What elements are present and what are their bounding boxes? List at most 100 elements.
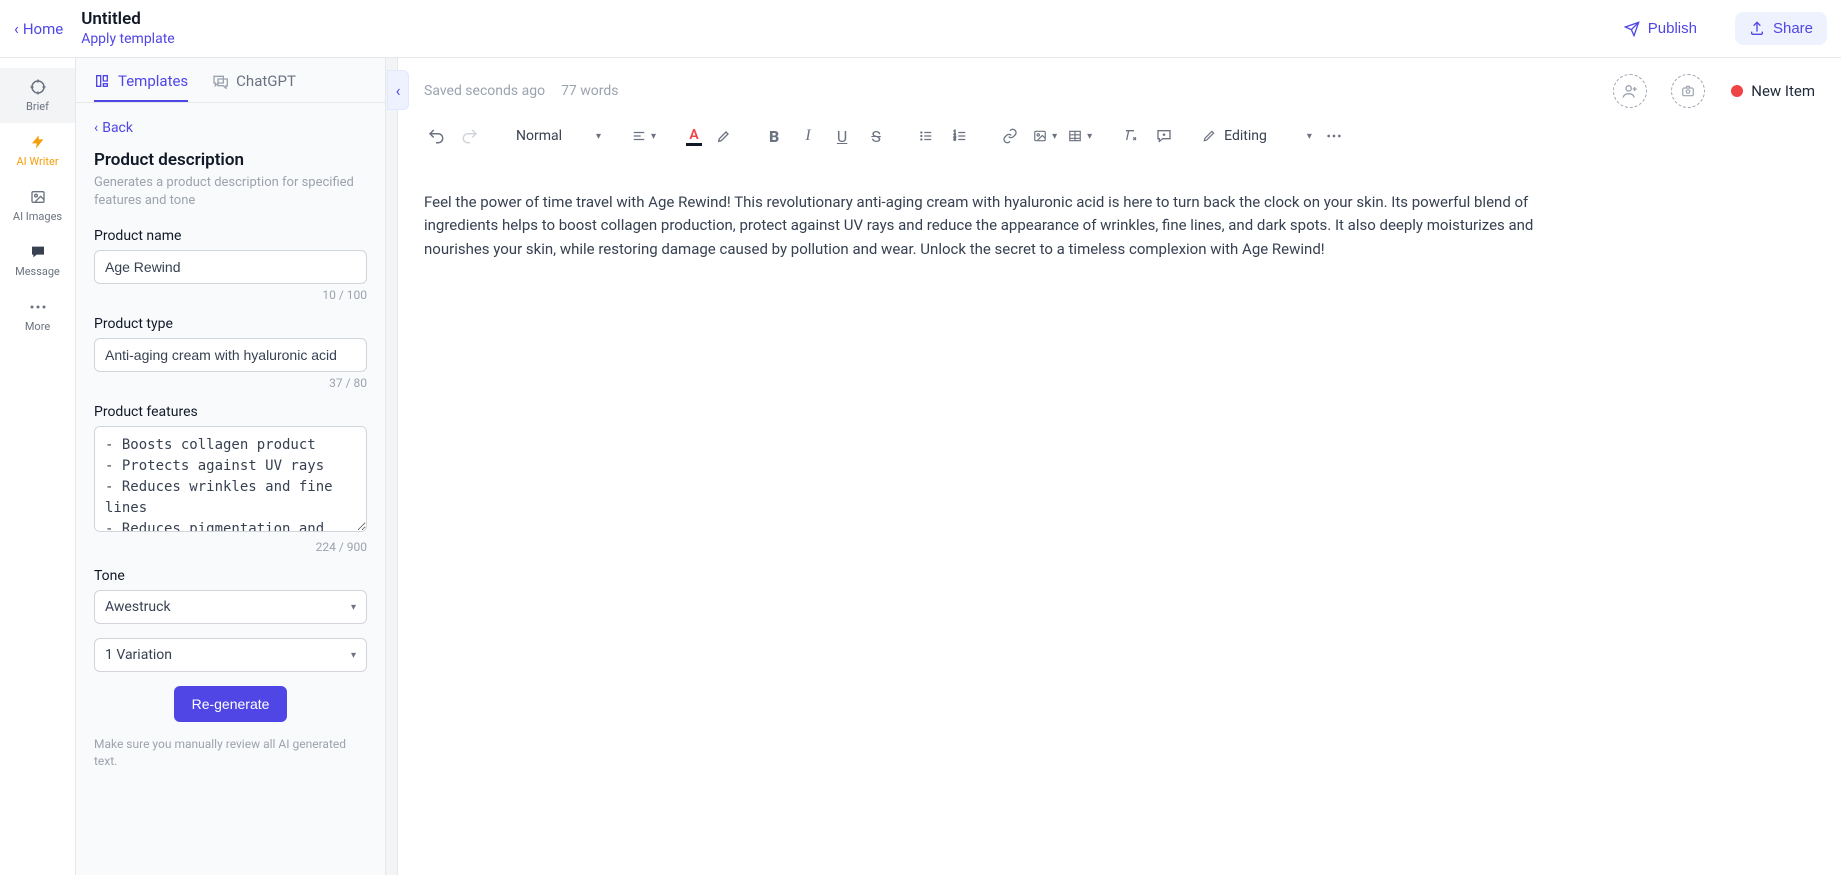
text-color-button[interactable]: A <box>686 127 702 146</box>
variation-select[interactable]: 1 Variation ▾ <box>94 638 367 672</box>
panel-tabs: Templates ChatGPT <box>76 58 385 103</box>
product-name-label: Product name <box>94 228 367 244</box>
title-block: Untitled Apply template <box>81 8 175 48</box>
camera-button[interactable] <box>1671 74 1705 108</box>
rail-item-message[interactable]: Message <box>0 233 75 288</box>
rail-item-ai-writer[interactable]: AI Writer <box>0 123 75 178</box>
collapse-panel-button[interactable]: ‹ <box>387 70 409 110</box>
back-link[interactable]: ‹ Back <box>94 120 133 136</box>
redo-button[interactable] <box>458 124 482 148</box>
rail-item-ai-images[interactable]: AI Images <box>0 178 75 233</box>
product-features-textarea[interactable] <box>94 426 367 532</box>
paragraph-style-dropdown[interactable]: Normal ▾ <box>512 128 605 144</box>
new-item-button[interactable]: New Item <box>1731 82 1815 100</box>
letter-a-icon: A <box>689 127 698 143</box>
camera-icon <box>1680 84 1696 98</box>
chevron-left-icon: ‹ <box>396 81 401 100</box>
variation-value: 1 Variation <box>105 647 172 663</box>
share-label: Share <box>1773 20 1813 37</box>
image-dropdown[interactable]: ▾ <box>1032 129 1057 143</box>
product-name-input[interactable] <box>94 250 367 284</box>
chevron-down-icon: ▾ <box>651 131 656 142</box>
panel-body: ‹ Back Product description Generates a p… <box>76 103 385 790</box>
product-name-counter: 10 / 100 <box>94 288 367 302</box>
rail-label: AI Writer <box>16 155 58 168</box>
italic-button[interactable]: I <box>796 124 820 148</box>
word-count: 77 words <box>561 83 618 99</box>
table-icon <box>1067 129 1083 143</box>
align-dropdown[interactable]: ▾ <box>631 129 656 143</box>
tone-select[interactable]: Awestruck ▾ <box>94 590 367 624</box>
link-button[interactable] <box>998 124 1022 148</box>
chevron-down-icon: ▾ <box>351 650 356 661</box>
rail-item-more[interactable]: More <box>0 288 75 343</box>
editor-content[interactable]: Feel the power of time travel with Age R… <box>398 161 1598 291</box>
comment-button[interactable] <box>1152 124 1176 148</box>
table-dropdown[interactable]: ▾ <box>1067 129 1092 143</box>
image-icon <box>29 188 47 206</box>
list-bullet-icon <box>918 129 934 143</box>
regenerate-button[interactable]: Re-generate <box>174 686 288 722</box>
pencil-icon <box>1202 129 1216 143</box>
upload-icon <box>1749 21 1765 37</box>
editor-toolbar: Normal ▾ ▾ A B I U S <box>398 118 1841 161</box>
saved-status: Saved seconds ago <box>424 83 545 99</box>
svg-text:3: 3 <box>954 137 957 142</box>
chevron-left-icon: ‹ <box>94 120 98 136</box>
status-row: Saved seconds ago 77 words New Item <box>398 58 1841 118</box>
product-type-input[interactable] <box>94 338 367 372</box>
rail-item-brief[interactable]: Brief <box>0 68 75 123</box>
rail-label: AI Images <box>13 210 62 223</box>
panel-wrap: Templates ChatGPT ‹ Back Product descrip… <box>76 58 398 875</box>
apply-template-link[interactable]: Apply template <box>81 30 175 48</box>
underline-icon: U <box>837 127 847 146</box>
tab-chatgpt-label: ChatGPT <box>236 72 296 90</box>
home-label: Home <box>23 20 63 38</box>
align-left-icon <box>631 129 647 143</box>
product-type-counter: 37 / 80 <box>94 376 367 390</box>
tab-templates[interactable]: Templates <box>94 72 188 102</box>
chevron-down-icon: ▾ <box>351 602 356 613</box>
image-icon <box>1032 129 1048 143</box>
back-label: Back <box>102 120 133 136</box>
bold-button[interactable]: B <box>762 124 786 148</box>
product-features-counter: 224 / 900 <box>94 540 367 554</box>
editing-mode-dropdown[interactable]: Editing ▾ <box>1202 128 1312 144</box>
share-button[interactable]: Share <box>1735 12 1827 45</box>
chevron-left-icon: ‹ <box>14 19 19 38</box>
list-number-icon: 123 <box>952 129 968 143</box>
strikethrough-button[interactable]: S <box>864 124 888 148</box>
link-icon <box>1002 128 1018 144</box>
strikethrough-icon: S <box>871 127 881 146</box>
highlight-button[interactable] <box>712 124 736 148</box>
panel-scrollbar[interactable] <box>386 58 398 875</box>
tab-chatgpt[interactable]: ChatGPT <box>212 72 296 102</box>
home-link[interactable]: ‹ Home <box>14 19 63 38</box>
panel-title: Product description <box>94 150 367 170</box>
product-type-label: Product type <box>94 316 367 332</box>
left-rail: Brief AI Writer AI Images Message More <box>0 58 76 875</box>
mode-label: Editing <box>1224 128 1267 144</box>
main-area: Brief AI Writer AI Images Message More <box>0 58 1841 875</box>
rail-label: Message <box>15 265 60 278</box>
product-features-label: Product features <box>94 404 367 420</box>
templates-icon <box>94 73 110 89</box>
add-collaborator-button[interactable] <box>1613 74 1647 108</box>
publish-button[interactable]: Publish <box>1614 12 1707 45</box>
bullet-list-button[interactable] <box>914 124 938 148</box>
underline-button[interactable]: U <box>830 124 854 148</box>
dots-icon <box>1326 133 1342 139</box>
bolt-icon <box>29 133 47 151</box>
new-item-label: New Item <box>1751 82 1815 100</box>
comment-icon <box>1156 128 1172 144</box>
style-label: Normal <box>516 128 562 144</box>
status-dot-icon <box>1731 85 1743 97</box>
number-list-button[interactable]: 123 <box>948 124 972 148</box>
undo-button[interactable] <box>424 124 448 148</box>
message-icon <box>29 243 47 261</box>
more-toolbar-button[interactable] <box>1322 124 1346 148</box>
chevron-down-icon: ▾ <box>596 131 601 142</box>
send-icon <box>1624 21 1640 37</box>
clear-format-button[interactable] <box>1118 124 1142 148</box>
target-icon <box>29 78 47 96</box>
